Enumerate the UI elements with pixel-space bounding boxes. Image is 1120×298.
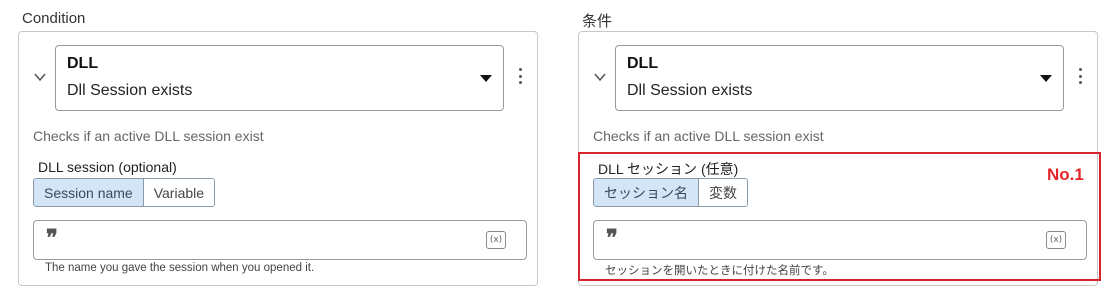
session-name-input[interactable]: ❞ (x) [33,220,527,260]
condition-card: DLL Dll Session exists Checks if an acti… [18,31,538,286]
panel-heading: Condition [22,10,86,27]
variable-insert-icon[interactable]: (x) [486,231,506,249]
panel-heading: 条件 [582,13,613,30]
select-title: DLL [627,55,659,72]
select-value: Dll Session exists [627,82,753,99]
condition-description: Checks if an active DLL session exist [33,128,264,144]
condition-type-select[interactable]: DLL Dll Session exists [615,45,1064,111]
dll-session-label: DLL session (optional) [38,159,177,175]
annotation-highlight-box [578,152,1101,281]
more-options-icon[interactable] [1076,68,1084,88]
dropdown-caret-icon [480,75,492,82]
chevron-down-icon[interactable] [593,70,607,84]
toggle-variable[interactable]: Variable [143,179,215,206]
help-text: The name you gave the session when you o… [45,262,315,274]
annotation-label: No.1 [1047,165,1084,184]
select-title: DLL [67,55,99,72]
input-mode-toggle: Session name Variable [33,178,216,207]
condition-description: Checks if an active DLL session exist [593,128,824,144]
quote-icon: ❞ [46,225,58,251]
select-value: Dll Session exists [67,82,193,99]
condition-panel-en: Condition DLL Dll Session exists Checks … [0,0,540,298]
more-options-icon[interactable] [516,68,524,88]
condition-type-select[interactable]: DLL Dll Session exists [55,45,504,111]
toggle-session-name[interactable]: Session name [34,179,144,206]
dropdown-caret-icon [1040,75,1052,82]
chevron-down-icon[interactable] [33,70,47,84]
